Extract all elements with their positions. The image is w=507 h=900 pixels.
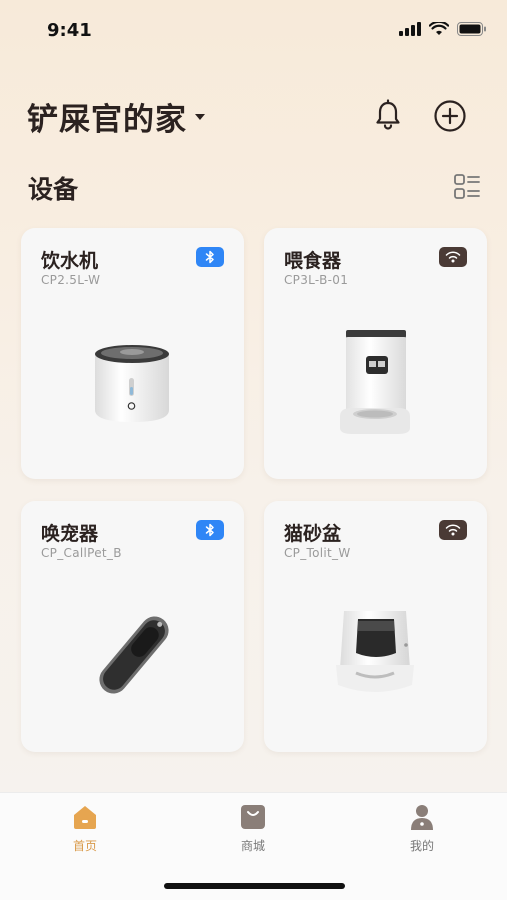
status-icons <box>399 22 487 36</box>
list-view-toggle-icon[interactable] <box>453 173 481 201</box>
battery-icon <box>457 22 486 36</box>
bluetooth-badge <box>196 520 224 540</box>
device-name: 饮水机 <box>41 250 99 272</box>
home-name: 铲屎官的家 <box>27 102 187 138</box>
wifi-badge <box>439 520 467 540</box>
device-name: 喂食器 <box>284 250 342 272</box>
profile-icon <box>411 805 433 830</box>
bluetooth-badge <box>196 247 224 267</box>
home-icon <box>74 806 96 829</box>
header: 铲屎官的家 <box>0 90 507 145</box>
wifi-icon <box>445 524 461 536</box>
caret-down-icon <box>195 113 205 120</box>
device-model: CP_CallPet_B <box>41 546 122 560</box>
pet-caller-image <box>99 616 169 694</box>
wifi-icon <box>445 251 461 263</box>
devices-section-title: 设备 <box>28 175 79 204</box>
bluetooth-icon <box>205 250 214 264</box>
device-name: 唤宠器 <box>41 523 99 545</box>
tab-profile[interactable]: 我的 <box>382 803 462 854</box>
add-device-icon[interactable] <box>432 98 468 134</box>
device-card-water-fountain[interactable]: 饮水机 CP2.5L-W <box>21 228 244 479</box>
tab-label: 首页 <box>72 839 97 853</box>
signal-icon <box>399 22 421 36</box>
device-model: CP2.5L-W <box>41 273 101 287</box>
tab-home[interactable]: 首页 <box>45 803 125 854</box>
litter-box-image <box>336 611 414 692</box>
device-model: CP3L-B-01 <box>284 273 349 287</box>
device-name: 猫砂盆 <box>284 523 342 545</box>
tab-label: 我的 <box>409 839 434 853</box>
wifi-badge <box>439 247 467 267</box>
bluetooth-icon <box>205 523 214 537</box>
tab-shop[interactable]: 商城 <box>213 803 293 854</box>
wifi-status-icon <box>429 22 449 35</box>
bell-icon[interactable] <box>371 98 405 132</box>
home-indicator <box>164 883 345 889</box>
feeder-image <box>340 330 410 434</box>
status-time: 9:41 <box>47 20 92 41</box>
status-bar: 9:41 <box>0 0 507 62</box>
tab-label: 商城 <box>240 839 265 853</box>
device-card-pet-caller[interactable]: 唤宠器 CP_CallPet_B <box>21 501 244 752</box>
device-model: CP_Tolit_W <box>284 546 351 560</box>
shop-bag-icon <box>241 805 265 829</box>
water-fountain-image <box>95 345 169 422</box>
device-card-feeder[interactable]: 喂食器 CP3L-B-01 <box>264 228 487 479</box>
device-card-litter-box[interactable]: 猫砂盆 CP_Tolit_W <box>264 501 487 752</box>
home-selector[interactable]: 铲屎官的家 <box>27 94 205 139</box>
